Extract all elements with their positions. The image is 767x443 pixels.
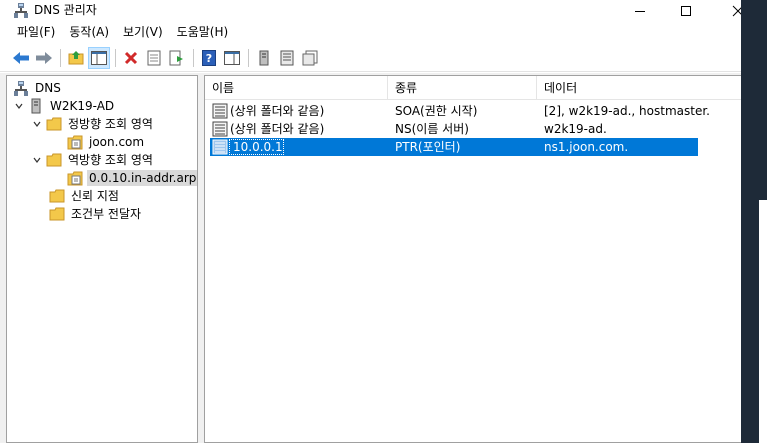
tree-label: 정방향 조회 영역 xyxy=(68,117,153,131)
records-list[interactable]: 이름 종류 데이터 (상위 폴더와 같음) SOA(권한 시작) [2], w2… xyxy=(204,75,741,443)
minimize-button[interactable] xyxy=(617,0,663,21)
tree-node-server[interactable]: W2K19-AD xyxy=(13,97,116,115)
background-window-edge xyxy=(759,200,767,443)
action-pane-button[interactable] xyxy=(221,47,243,69)
chevron-down-icon[interactable] xyxy=(13,100,25,112)
back-icon xyxy=(13,51,29,64)
tree-node-dns[interactable]: DNS xyxy=(13,79,63,97)
folder-icon xyxy=(46,152,62,168)
server-icon xyxy=(28,98,44,114)
console-tree[interactable]: DNS W2K19-AD 정방향 조회 영역 joon.com 역방향 조회 영… xyxy=(6,75,198,443)
show-hide-tree-button[interactable] xyxy=(88,46,110,69)
tree-node-forward-zones[interactable]: 정방향 조회 영역 xyxy=(31,115,155,133)
zone-button[interactable] xyxy=(276,47,298,69)
column-header-name[interactable]: 이름 xyxy=(205,76,388,100)
menu-view[interactable]: 보기(V) xyxy=(116,23,170,41)
background-window-strip xyxy=(741,0,767,443)
menu-action[interactable]: 동작(A) xyxy=(62,23,116,41)
maximize-button[interactable] xyxy=(663,0,709,21)
record-data: w2k19-ad. xyxy=(544,122,607,136)
export-list-button[interactable] xyxy=(166,47,188,69)
folder-icon xyxy=(46,116,62,132)
tree-label: 신뢰 지점 xyxy=(71,189,119,203)
table-row-selected[interactable]: 10.0.0.1 PTR(포인터) ns1.joon.com. xyxy=(210,138,698,156)
delete-button[interactable] xyxy=(120,47,142,69)
dns-icon xyxy=(13,80,29,96)
record-type: PTR(포인터) xyxy=(395,140,461,154)
help-icon: ? xyxy=(202,49,216,66)
export-list-icon xyxy=(169,50,183,65)
server-button[interactable] xyxy=(253,47,275,69)
tree-label: DNS xyxy=(35,81,61,95)
chevron-down-icon[interactable] xyxy=(31,118,43,130)
records-icon xyxy=(302,50,318,65)
column-header-data[interactable]: 데이터 xyxy=(537,76,741,100)
tree-node-forward-zone-item[interactable]: joon.com xyxy=(67,133,146,151)
window-title: DNS 관리자 xyxy=(34,3,97,17)
folder-icon xyxy=(49,188,65,204)
toolbar-separator xyxy=(248,48,249,67)
forward-icon xyxy=(36,51,52,64)
up-folder-icon xyxy=(68,50,84,64)
forward-button[interactable] xyxy=(33,47,55,69)
list-header: 이름 종류 데이터 xyxy=(205,76,741,100)
show-tree-icon xyxy=(91,50,107,65)
up-one-level-button[interactable] xyxy=(65,47,87,69)
record-type: NS(이름 서버) xyxy=(395,122,469,136)
toolbar: ? xyxy=(0,44,767,72)
toolbar-separator xyxy=(115,48,116,67)
record-name: 10.0.0.1 xyxy=(233,140,283,154)
tree-node-conditional-forwarders[interactable]: 조건부 전달자 xyxy=(49,205,143,223)
record-icon xyxy=(212,139,228,155)
tree-node-reverse-zones[interactable]: 역방향 조회 영역 xyxy=(31,151,155,169)
toolbar-separator xyxy=(60,48,61,67)
zone-icon xyxy=(67,134,83,150)
zone-icon xyxy=(67,170,83,186)
tree-label: 조건부 전달자 xyxy=(71,207,142,221)
record-icon xyxy=(212,121,228,137)
toolbar-separator xyxy=(193,48,194,67)
column-header-type[interactable]: 종류 xyxy=(388,76,537,100)
tree-node-trust-points[interactable]: 신뢰 지점 xyxy=(49,187,121,205)
workspace: DNS W2K19-AD 정방향 조회 영역 joon.com 역방향 조회 영… xyxy=(0,73,741,443)
tree-label: 0.0.10.in-addr.arpa xyxy=(87,170,197,186)
table-row[interactable]: (상위 폴더와 같음) NS(이름 서버) w2k19-ad. xyxy=(210,120,698,138)
record-data: ns1.joon.com. xyxy=(544,140,629,154)
record-name: (상위 폴더와 같음) xyxy=(230,104,325,118)
record-name: (상위 폴더와 같음) xyxy=(230,122,325,136)
folder-icon xyxy=(49,206,65,222)
records-button[interactable] xyxy=(299,47,321,69)
tree-label: 역방향 조회 영역 xyxy=(68,153,153,167)
back-button[interactable] xyxy=(10,47,32,69)
tree-node-reverse-zone-item[interactable]: 0.0.10.in-addr.arpa xyxy=(67,169,197,187)
menu-bar: 파일(F) 동작(A) 보기(V) 도움말(H) xyxy=(0,22,767,42)
table-row[interactable]: (상위 폴더와 같음) SOA(권한 시작) [2], w2k19-ad., h… xyxy=(210,102,710,120)
tree-label: W2K19-AD xyxy=(50,99,115,113)
dns-app-icon xyxy=(14,3,28,18)
record-icon xyxy=(212,103,228,119)
delete-icon xyxy=(124,51,138,64)
action-pane-icon xyxy=(224,50,240,65)
tree-label: joon.com xyxy=(89,135,145,149)
record-type: SOA(권한 시작) xyxy=(395,104,478,118)
title-bar: DNS 관리자 xyxy=(0,0,767,21)
properties-button[interactable] xyxy=(143,47,165,69)
chevron-down-icon[interactable] xyxy=(31,154,43,166)
properties-icon xyxy=(147,50,161,65)
zone-icon xyxy=(280,50,294,65)
help-button[interactable]: ? xyxy=(198,47,220,69)
record-data: [2], w2k19-ad., hostmaster. xyxy=(544,104,710,118)
server-icon xyxy=(259,50,269,65)
svg-text:?: ? xyxy=(206,52,212,65)
menu-file[interactable]: 파일(F) xyxy=(10,23,62,41)
menu-help[interactable]: 도움말(H) xyxy=(170,23,236,41)
